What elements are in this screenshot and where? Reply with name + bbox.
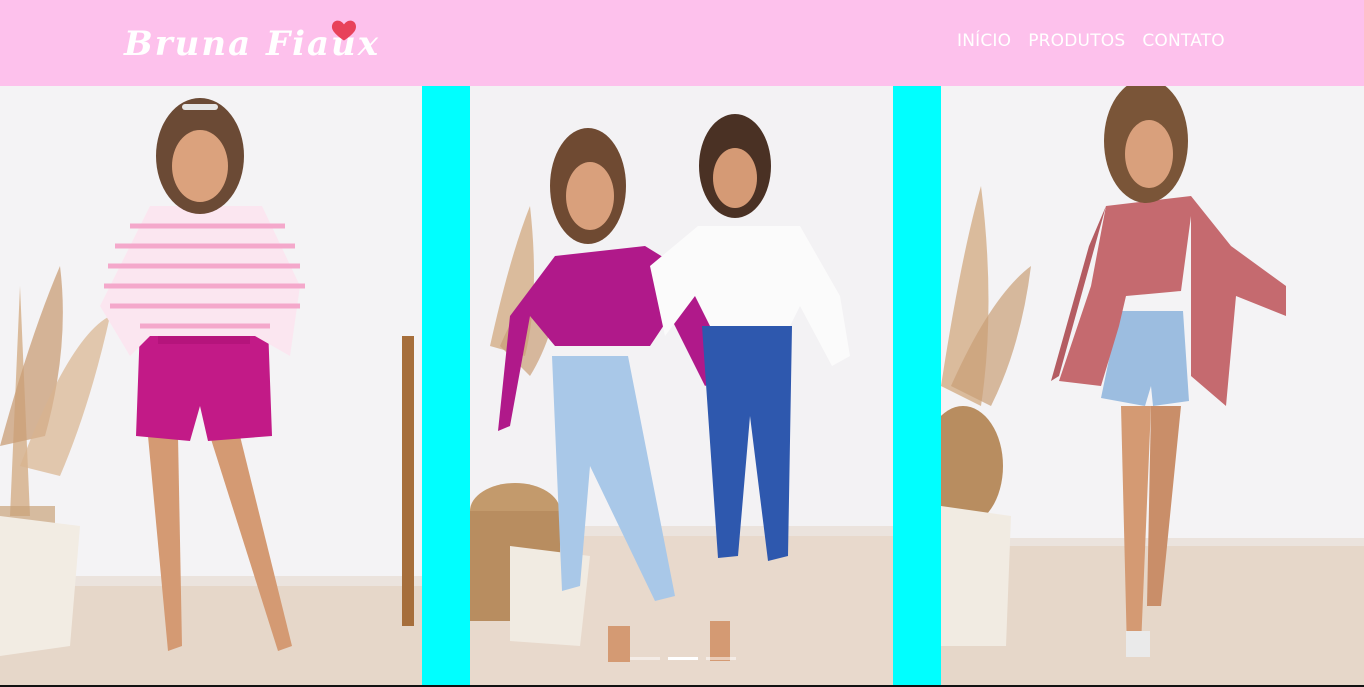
carousel-slide-3[interactable] [941,86,1364,685]
main-nav: INÍCIO PRODUTOS CONTATO [957,28,1225,54]
carousel-slide-1[interactable] [0,86,422,685]
carousel-indicator-1[interactable] [630,657,660,660]
nav-link-contato[interactable]: CONTATO [1142,28,1225,54]
nav-link-produtos[interactable]: PRODUTOS [1028,28,1125,54]
slide-photo-3 [941,86,1364,685]
heart-icon [331,20,357,41]
carousel-indicator-2[interactable] [668,657,698,660]
slide-photo-2 [470,86,893,685]
hero-carousel [0,86,1364,685]
carousel-indicators [630,657,736,660]
site-header: Bruna Fiaux INÍCIO PRODUTOS CONTATO [0,0,1364,86]
slide-photo-1 [0,86,422,685]
carousel-slide-2[interactable] [470,86,893,685]
nav-link-inicio[interactable]: INÍCIO [957,28,1011,54]
carousel-indicator-3[interactable] [706,657,736,660]
